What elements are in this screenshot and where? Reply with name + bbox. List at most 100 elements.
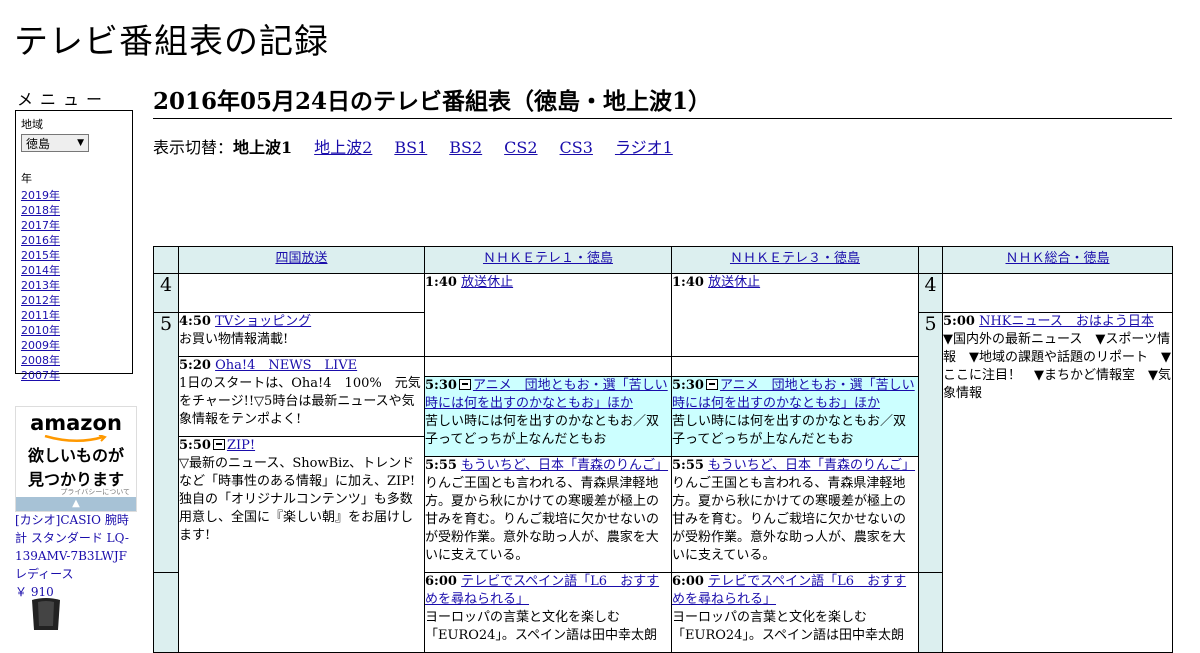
switcher-link[interactable]: CS2: [504, 138, 537, 157]
caption-icon: [212, 439, 225, 450]
program-desc: りんご王国とも言われる、青森県津軽地方。夏から秋にかけての寒暖差が極上の甘みを育…: [425, 476, 660, 563]
program-cell-empty: [178, 273, 425, 313]
program-cell: 5:55 もういちど、日本「青森のりんご」 りんご王国とも言われる、青森県津軽地…: [671, 456, 919, 573]
channel-link[interactable]: ＮＨＫ総合・徳島: [1005, 251, 1109, 266]
program-time: 1:40: [672, 275, 704, 290]
switcher-link[interactable]: BS2: [449, 138, 482, 157]
program-cell: 5:30 アニメ 団地ともお・選「苦しい時には何を出すのかなともお」ほか 苦しい時…: [671, 376, 919, 457]
program-title-link[interactable]: ZIP!: [227, 438, 255, 453]
program-cell: 6:00 テレビでスペイン語「L6 おすすめを尋ねられる」 ヨーロッパの言葉と文…: [671, 572, 919, 653]
region-select[interactable]: 徳島 ▼: [21, 134, 89, 152]
hour-cell-empty: [153, 572, 179, 653]
program-cell: 4:50 TVショッピング お買い物情報満載!: [178, 312, 425, 357]
program-title-link[interactable]: TVショッピング: [215, 314, 311, 329]
program-title-link[interactable]: テレビでスペイン語「L6 おすすめを尋ねられる」: [426, 574, 660, 607]
year-link[interactable]: 2008年: [21, 354, 60, 367]
program-cell-gap: [671, 356, 919, 377]
grid-corner: [918, 246, 943, 274]
switcher-link[interactable]: CS3: [560, 138, 593, 157]
program-title-link[interactable]: NHKニュース おはよう日本: [979, 314, 1154, 329]
hour-cell: 5: [918, 312, 943, 573]
year-link[interactable]: 2017年: [21, 219, 60, 232]
program-cell: 5:00 NHKニュース おはよう日本 ▼国内外の最新ニュース ▼スポーツ情報 …: [942, 312, 1173, 653]
switcher-link[interactable]: 地上波2: [314, 138, 372, 157]
switcher-label: 表示切替：: [153, 138, 234, 157]
year-link[interactable]: 2019年: [21, 189, 60, 202]
program-cell: 5:55 もういちど、日本「青森のりんご」 りんご王国とも言われる、青森県津軽地…: [424, 456, 672, 573]
program-title-link[interactable]: 放送休止: [461, 275, 513, 290]
year-link[interactable]: 2013年: [21, 279, 60, 292]
program-cell-gap: [424, 356, 672, 377]
caption-icon: [458, 379, 471, 390]
program-cell: 5:30 アニメ 団地ともお・選「苦しい時には何を出すのかなともお」ほか 苦しい時…: [424, 376, 672, 457]
program-desc: ▼国内外の最新ニュース ▼スポーツ情報 ▼地域の課題や話題のリポート ▼ここに注…: [943, 332, 1172, 401]
ad-privacy-link[interactable]: プライバシーについて: [16, 487, 136, 497]
program-desc: 1日のスタートは、Oha!4 100% 元気をチャージ!!▽5時台は最新ニュース…: [179, 376, 421, 427]
year-link[interactable]: 2010年: [21, 324, 60, 337]
year-link[interactable]: 2012年: [21, 294, 60, 307]
program-grid: 四国放送 ＮＨＫＥテレ１・徳島 ＮＨＫＥテレ３・徳島 ＮＨＫ総合・徳島 4 1:…: [153, 246, 1173, 653]
program-time: 5:20: [179, 358, 211, 373]
channel-header: ＮＨＫＥテレ１・徳島: [424, 246, 672, 274]
year-link[interactable]: 2007年: [21, 369, 60, 382]
program-desc: 苦しい時には何を出すのかなともお／双子ってどっちが上なんだともお: [672, 414, 907, 447]
product-price: ￥ 910: [15, 585, 54, 599]
program-time: 5:55: [672, 458, 704, 473]
program-title-link[interactable]: もういちど、日本「青森のりんご」: [708, 458, 915, 473]
switcher-current: 地上波1: [233, 138, 293, 157]
year-link[interactable]: 2015年: [21, 249, 60, 262]
channel-link[interactable]: ＮＨＫＥテレ３・徳島: [730, 251, 860, 266]
ad-line-1: 欲しいものが: [27, 446, 124, 465]
program-cell: 1:40 放送休止: [424, 273, 672, 357]
program-cell: 5:20 Oha!4 NEWS LIVE 1日のスタートは、Oha!4 100%…: [178, 356, 425, 437]
program-desc: ▽最新のニュース、ShowBiz、トレンドなど「時事性のある情報」に加え、ZIP…: [179, 456, 416, 543]
program-time: 6:00: [425, 574, 457, 589]
program-title-link[interactable]: Oha!4 NEWS LIVE: [215, 358, 357, 373]
menu-box: 地域 徳島 ▼ 年 2019年 2018年 2017年 2016年 2015年 …: [15, 110, 133, 382]
program-time: 5:30: [672, 378, 704, 393]
caption-icon: [705, 379, 718, 390]
program-cell: 5:50 ZIP! ▽最新のニュース、ShowBiz、トレンドなど「時事性のある情…: [178, 436, 425, 653]
channel-link[interactable]: ＮＨＫＥテレ１・徳島: [483, 251, 613, 266]
program-time: 5:00: [943, 314, 975, 329]
channel-link[interactable]: 四国放送: [275, 251, 327, 266]
hour-cell-empty: [918, 572, 943, 653]
program-desc: 苦しい時には何を出すのかなともお／双子ってどっちが上なんだともお: [425, 414, 660, 447]
channel-header: ＮＨＫ総合・徳島: [942, 246, 1173, 274]
program-time: 5:50: [179, 438, 211, 453]
program-cell-empty: [942, 273, 1173, 313]
ad-collapse-icon[interactable]: ▲: [16, 497, 136, 511]
program-desc: りんご王国とも言われる、青森県津軽地方。夏から秋にかけての寒暖差が極上の甘みを育…: [672, 476, 907, 563]
year-link[interactable]: 2018年: [21, 204, 60, 217]
year-link[interactable]: 2009年: [21, 339, 60, 352]
switcher-link[interactable]: ラジオ1: [615, 138, 673, 157]
program-title-link[interactable]: テレビでスペイン語「L6 おすすめを尋ねられる」: [673, 574, 907, 607]
chair-product-image[interactable]: [26, 598, 66, 630]
year-link[interactable]: 2011年: [21, 309, 60, 322]
year-link[interactable]: 2016年: [21, 234, 60, 247]
year-link[interactable]: 2014年: [21, 264, 60, 277]
switcher-link[interactable]: BS1: [394, 138, 427, 157]
program-desc: ヨーロッパの言葉と文化を楽しむ「EURO24」。スペイン語は田中幸太朗: [425, 610, 658, 643]
region-label: 地域: [21, 118, 43, 131]
product-ad: [カシオ]CASIO 腕時計 スタンダード LQ-139AMV-7B3LWJF …: [15, 511, 140, 601]
program-title-link[interactable]: 放送休止: [708, 275, 760, 290]
grid-corner: [153, 246, 179, 274]
program-desc: お買い物情報満載!: [179, 332, 289, 347]
program-time: 6:00: [672, 574, 704, 589]
amazon-smile-icon: [44, 435, 107, 442]
menu-label: メニュー: [17, 90, 110, 109]
hour-cell: 5: [153, 312, 179, 573]
program-title-link[interactable]: もういちど、日本「青森のりんご」: [461, 458, 668, 473]
product-link[interactable]: [カシオ]CASIO 腕時計 スタンダード LQ-139AMV-7B3LWJF …: [15, 513, 129, 581]
hour-cell: 4: [153, 273, 179, 313]
program-cell: 1:40 放送休止: [671, 273, 919, 357]
amazon-ad[interactable]: amazon 欲しいものが 見つかります プライバシーについて ▲: [15, 406, 137, 512]
program-time: 5:55: [425, 458, 457, 473]
program-cell: 6:00 テレビでスペイン語「L6 おすすめを尋ねられる」 ヨーロッパの言葉と文…: [424, 572, 672, 653]
program-desc: ヨーロッパの言葉と文化を楽しむ「EURO24」。スペイン語は田中幸太朗: [672, 610, 905, 643]
program-time: 1:40: [425, 275, 457, 290]
site-title: テレビ番組表の記録: [14, 22, 329, 62]
page-heading: 2016年05月24日のテレビ番組表（徳島・地上波1）: [153, 82, 1172, 119]
amazon-logo: amazon: [30, 411, 122, 435]
